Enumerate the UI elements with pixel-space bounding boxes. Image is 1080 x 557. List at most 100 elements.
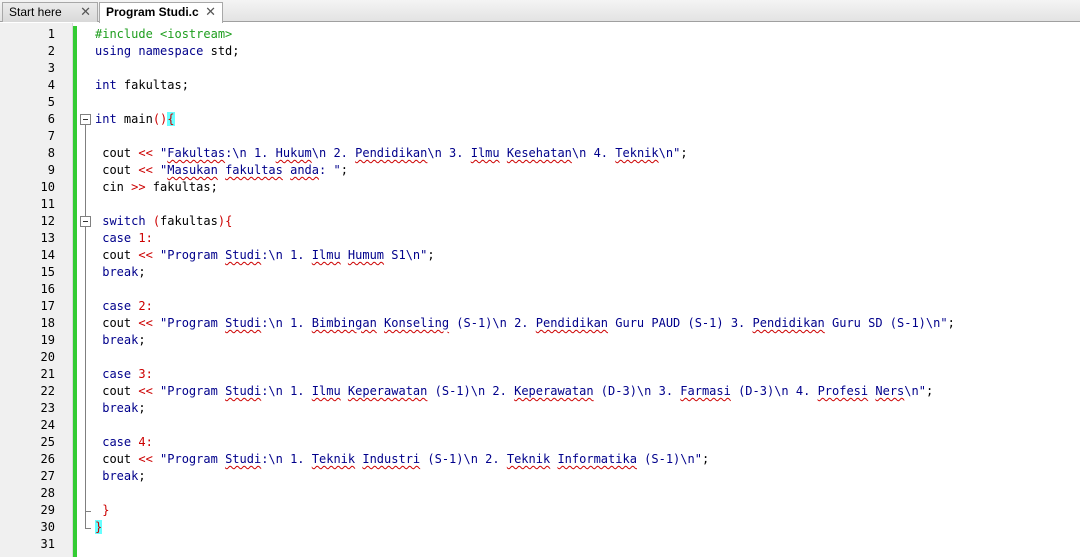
code-line: 25 case 4: (0, 434, 1080, 451)
line-number: 12 (40, 214, 55, 228)
code-token: \n 4. (571, 146, 616, 160)
code-token: ; (138, 401, 146, 415)
code-token: main (116, 112, 153, 126)
line-number: 10 (40, 180, 55, 194)
code-token: fakultas; (145, 180, 218, 194)
code-token: Guru SD (S-1)\n" (824, 316, 948, 330)
code-text: cout << "Masukan fakultas anda: "; (95, 162, 348, 179)
code-token: \n 2. (311, 146, 356, 160)
code-text: cout << "Program Studi:\n 1. Bimbingan K… (95, 315, 955, 332)
line-number: 23 (40, 401, 55, 415)
line-number: 3 (47, 61, 55, 75)
code-token: "Program (152, 452, 226, 466)
code-line: 3 (0, 60, 1080, 77)
tab-start-here[interactable]: Start here ✕ (2, 2, 98, 22)
code-line: 10 cin >> fakultas; (0, 179, 1080, 196)
tab-label: Program Studi.c (106, 5, 199, 19)
code-token: Keperawatan (514, 384, 594, 398)
code-token: >> (131, 180, 146, 194)
line-number: 31 (40, 537, 55, 551)
line-number: 19 (40, 333, 55, 347)
code-token: Ilmu (311, 248, 341, 262)
code-token: Humum (347, 248, 385, 262)
code-token: " (152, 163, 168, 177)
code-token: cout (95, 316, 139, 330)
code-text: } (95, 519, 103, 536)
line-number: 18 (40, 316, 55, 330)
line-number: 25 (40, 435, 55, 449)
line-number: 2 (47, 44, 55, 58)
code-token: case (95, 435, 132, 449)
code-token: int (95, 78, 117, 92)
code-token: cin (95, 180, 132, 194)
tab-label: Start here (9, 5, 62, 19)
close-icon[interactable]: ✕ (80, 3, 91, 21)
code-text: break; (95, 332, 145, 349)
code-line: 14 cout << "Program Studi:\n 1. Ilmu Hum… (0, 247, 1080, 264)
code-token: :\n 1. (261, 316, 312, 330)
fold-toggle-icon[interactable] (80, 216, 91, 227)
code-token: "Program (152, 384, 226, 398)
code-line: 26 cout << "Program Studi:\n 1. Teknik I… (0, 451, 1080, 468)
code-token: ){ (217, 214, 233, 228)
code-token: 4 (138, 435, 146, 449)
code-token: " (152, 146, 168, 160)
code-token: Ners (875, 384, 905, 398)
code-line: 31 (0, 536, 1080, 553)
code-token: 3 (138, 367, 146, 381)
fold-toggle-icon[interactable] (80, 114, 91, 125)
code-token: ; (680, 146, 688, 160)
code-line: 8 cout << "Fakultas:\n 1. Hukum\n 2. Pen… (0, 145, 1080, 162)
code-text: using namespace std; (95, 43, 240, 60)
line-number: 1 (47, 27, 55, 41)
code-token: #include <iostream> (95, 27, 233, 41)
code-line: 29 } (0, 502, 1080, 519)
code-token: << (138, 163, 153, 177)
code-text: int fakultas; (95, 77, 189, 94)
code-token: << (138, 452, 153, 466)
code-token: cout (95, 163, 139, 177)
code-token: :\n 1. (225, 146, 276, 160)
line-number: 17 (40, 299, 55, 313)
code-token: case (95, 299, 132, 313)
code-line: 23 break; (0, 400, 1080, 417)
code-token: : " (319, 163, 341, 177)
line-number: 6 (47, 112, 55, 126)
code-text: cout << "Fakultas:\n 1. Hukum\n 2. Pendi… (95, 145, 688, 162)
code-token: case (95, 367, 132, 381)
code-token: fakultas (160, 214, 218, 228)
line-number: 11 (40, 197, 55, 211)
code-token: switch (95, 214, 146, 228)
code-token: Ilmu (470, 146, 500, 160)
line-number: 28 (40, 486, 55, 500)
code-token: Pendidikan (355, 146, 428, 160)
code-line: 27 break; (0, 468, 1080, 485)
code-token: } (95, 520, 103, 534)
code-token: Studi (225, 316, 262, 330)
line-number: 20 (40, 350, 55, 364)
code-token: break (95, 469, 139, 483)
code-token: S1\n" (384, 248, 428, 262)
code-token: Fakultas (167, 146, 226, 160)
code-token: << (138, 384, 153, 398)
tab-program-studi[interactable]: Program Studi.c ✕ (99, 2, 223, 23)
code-text: break; (95, 400, 146, 417)
code-token: ; (340, 163, 348, 177)
code-text: switch (fakultas){ (95, 213, 232, 230)
line-number: 8 (47, 146, 55, 160)
code-token: } (95, 503, 110, 517)
code-token: \n" (904, 384, 926, 398)
line-number: 13 (40, 231, 55, 245)
code-token: \n" (658, 146, 681, 160)
close-icon[interactable]: ✕ (205, 3, 216, 21)
code-token: << (138, 316, 153, 330)
code-line: 9 cout << "Masukan fakultas anda: "; (0, 162, 1080, 179)
line-number: 26 (40, 452, 55, 466)
code-token: "Program (152, 248, 226, 262)
code-token: : (145, 231, 153, 245)
code-token: : (145, 299, 153, 313)
code-text: cout << "Program Studi:\n 1. Teknik Indu… (95, 451, 709, 468)
code-line: 7 (0, 128, 1080, 145)
code-editor[interactable]: 1 #include <iostream> 2 using namespace std… (0, 23, 1080, 557)
